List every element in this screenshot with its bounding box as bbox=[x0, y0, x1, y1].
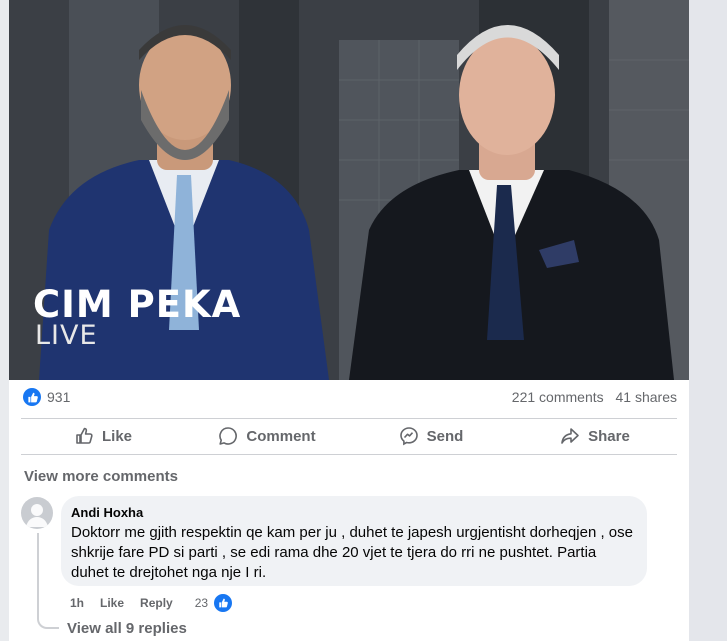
share-button-label: Share bbox=[588, 427, 630, 445]
post-stats-row: 931 221 comments 41 shares bbox=[9, 380, 689, 418]
page-background-strip bbox=[689, 0, 727, 641]
reply-thread-line bbox=[37, 533, 59, 629]
messenger-icon bbox=[399, 427, 418, 446]
comment-button[interactable]: Comment bbox=[185, 418, 349, 454]
like-outline-icon bbox=[76, 427, 93, 444]
like-count[interactable]: 931 bbox=[47, 389, 70, 405]
send-button-label: Send bbox=[426, 427, 464, 445]
comment-text: Doktorr me gjith respektin qe kam per ju… bbox=[71, 524, 633, 581]
share-icon bbox=[561, 428, 579, 444]
comments-count-link[interactable]: 221 comments bbox=[512, 389, 604, 405]
comment-reply-button[interactable]: Reply bbox=[140, 596, 173, 610]
avatar-placeholder-icon bbox=[26, 504, 48, 527]
post-image[interactable]: CIM PEKA LIVE bbox=[9, 0, 689, 380]
shares-count-link[interactable]: 41 shares bbox=[616, 389, 677, 405]
divider bbox=[21, 454, 677, 455]
image-subtitle-text: LIVE bbox=[35, 320, 98, 351]
post-actions-bar: Like Comment Send Share bbox=[21, 418, 677, 454]
view-all-replies-link[interactable]: View all 9 replies bbox=[67, 620, 187, 637]
comment-like-button[interactable]: Like bbox=[100, 596, 124, 610]
like-button[interactable]: Like bbox=[21, 418, 185, 454]
comment-author-link[interactable]: Andi Hoxha bbox=[71, 505, 143, 520]
comment-timestamp[interactable]: 1h bbox=[70, 596, 84, 610]
avatar[interactable] bbox=[21, 497, 53, 529]
comment-meta-row: 1h Like Reply 23 bbox=[70, 592, 235, 614]
like-button-label: Like bbox=[101, 427, 132, 445]
post-card: CIM PEKA LIVE 931 221 comments 41 shares… bbox=[9, 0, 689, 641]
view-more-comments-link[interactable]: View more comments bbox=[24, 468, 178, 485]
comment-bubble: Andi Hoxha Doktorr me gjith respektin qe… bbox=[61, 496, 647, 586]
comment-button-label: Comment bbox=[246, 427, 316, 445]
like-badge-icon[interactable] bbox=[212, 592, 235, 614]
comment-share-stats: 221 comments 41 shares bbox=[504, 389, 677, 405]
send-button[interactable]: Send bbox=[349, 418, 513, 454]
like-badge-icon[interactable] bbox=[23, 388, 41, 406]
share-button[interactable]: Share bbox=[513, 418, 677, 454]
comment-icon bbox=[219, 427, 238, 445]
comment-reaction-count[interactable]: 23 bbox=[195, 596, 208, 610]
